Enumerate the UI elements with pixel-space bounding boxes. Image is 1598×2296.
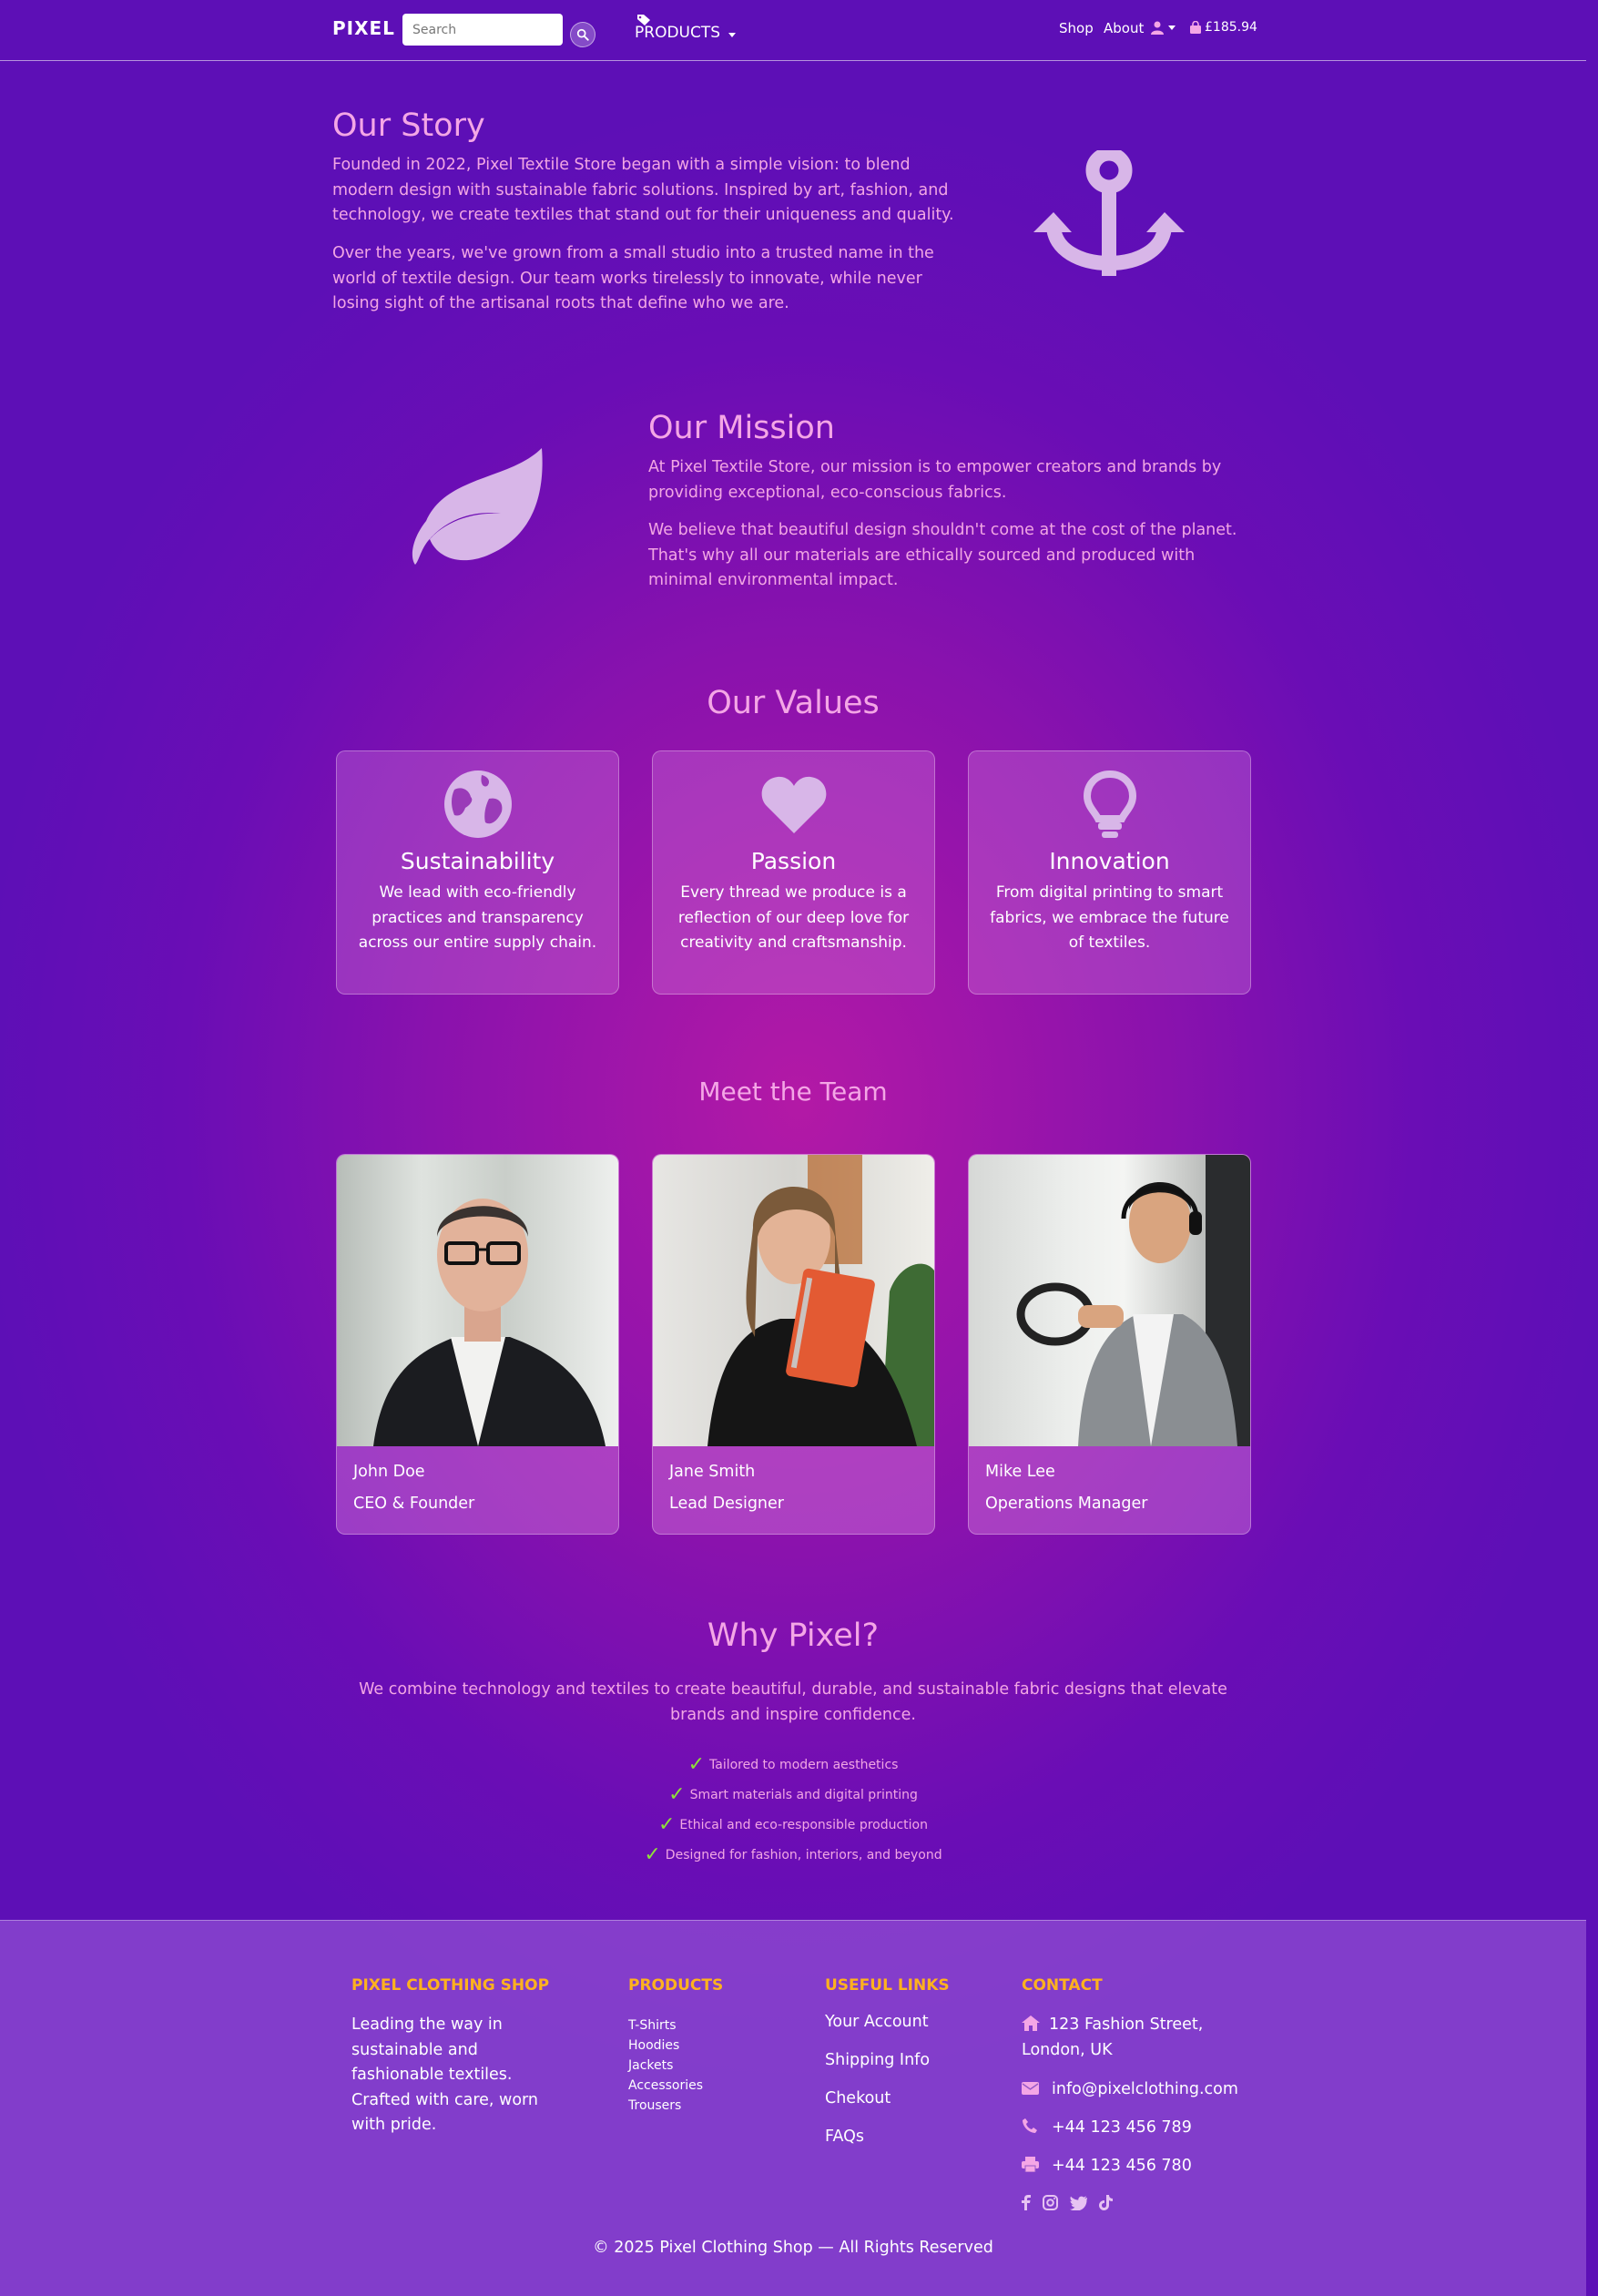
footer-link[interactable]: Chekout [825, 2089, 930, 2128]
footer-product-link[interactable]: T-Shirts [628, 2015, 703, 2036]
team-member-role: Lead Designer [669, 1495, 784, 1513]
contact-email[interactable]: info@pixelclothing.com [1022, 2077, 1238, 2103]
value-title: Passion [750, 848, 837, 874]
team-photo [653, 1155, 934, 1446]
footer-product-link[interactable]: Hoodies [628, 2036, 703, 2056]
footer-shop-heading: PIXEL CLOTHING SHOP [351, 1976, 550, 1995]
check-icon: ✓ [657, 1813, 676, 1836]
check-icon: ✓ [687, 1753, 705, 1776]
why-title: Why Pixel? [707, 1617, 880, 1654]
team-photo [969, 1155, 1250, 1446]
footer-product-link[interactable]: Jackets [628, 2056, 703, 2076]
story-paragraph-1: Founded in 2022, Pixel Textile Store beg… [332, 156, 954, 224]
nav-about-link[interactable]: About [1104, 20, 1144, 36]
user-dropdown[interactable] [1151, 21, 1176, 35]
phone-icon [1023, 2118, 1037, 2133]
products-dropdown[interactable]: PRODUCTS [635, 13, 737, 42]
team-member-role: Operations Manager [985, 1495, 1148, 1513]
tiktok-icon[interactable] [1099, 2195, 1113, 2210]
team-card: Mike Lee Operations Manager [968, 1154, 1251, 1535]
mission-title: Our Mission [648, 410, 835, 446]
footer-products-heading: PRODUCTS [628, 1976, 724, 1995]
footer-links-list: Your Account Shipping Info Chekout FAQs [825, 2013, 930, 2166]
user-icon [1151, 21, 1164, 35]
products-label: PRODUCTS [635, 24, 721, 42]
footer-links-heading: USEFUL LINKS [825, 1976, 950, 1995]
chevron-down-icon [1168, 26, 1176, 30]
footer-product-link[interactable]: Accessories [628, 2076, 703, 2096]
cart-link[interactable]: £185.94 [1189, 20, 1257, 35]
team-member-name: John Doe [353, 1463, 425, 1481]
footer-products-list: T-Shirts Hoodies Jackets Accessories Tro… [628, 2015, 703, 2116]
mission-paragraph-1: At Pixel Textile Store, our mission is t… [648, 458, 1222, 502]
heart-icon [761, 776, 826, 833]
value-card-innovation: Innovation From digital printing to smar… [968, 750, 1251, 995]
value-text: From digital printing to smart fabrics, … [990, 883, 1229, 952]
story-paragraph-2: Over the years, we've grown from a small… [332, 244, 934, 312]
tag-icon [637, 15, 650, 26]
instagram-icon[interactable] [1043, 2195, 1058, 2210]
team-member-name: Mike Lee [985, 1463, 1055, 1481]
team-card: Jane Smith Lead Designer [652, 1154, 935, 1535]
search-button[interactable] [570, 22, 595, 47]
top-navbar [0, 0, 1586, 61]
brand-logo[interactable]: PIXEL [332, 17, 395, 39]
leaf-icon [412, 448, 543, 565]
contact-phone[interactable]: +44 123 456 789 [1022, 2116, 1192, 2141]
anchor-icon [1033, 150, 1185, 276]
list-item: ✓ Tailored to modern aesthetics [687, 1753, 899, 1776]
values-title: Our Values [707, 685, 880, 721]
footer-link[interactable]: Shipping Info [825, 2051, 930, 2089]
footer-link[interactable]: FAQs [825, 2128, 930, 2166]
envelope-icon [1022, 2082, 1039, 2095]
copyright: © 2025 Pixel Clothing Shop — All Rights … [593, 2239, 993, 2257]
cart-total: £185.94 [1205, 20, 1257, 35]
printer-icon [1022, 2157, 1039, 2173]
footer-shop-text: Leading the way in sustainable and fashi… [351, 2015, 539, 2134]
value-text: We lead with eco-friendly practices and … [358, 883, 597, 952]
check-icon: ✓ [644, 1843, 661, 1866]
value-title: Innovation [1049, 848, 1170, 874]
mission-paragraph-2: We believe that beautiful design shouldn… [648, 521, 1237, 589]
list-item: ✓ Designed for fashion, interiors, and be… [644, 1843, 942, 1866]
contact-address: 123 Fashion Street, London, UK [1022, 2015, 1204, 2059]
value-title: Sustainability [400, 848, 555, 874]
story-title: Our Story [332, 107, 485, 144]
home-icon [1022, 2015, 1040, 2031]
shopping-bag-icon [1190, 21, 1201, 34]
why-list: ✓ Tailored to modern aesthetics ✓ Smart ma… [0, 1750, 1586, 1870]
list-item: ✓ Smart materials and digital printing [668, 1783, 918, 1806]
team-title: Meet the Team [698, 1077, 888, 1107]
chevron-down-icon [728, 33, 737, 37]
search-icon [576, 28, 589, 41]
team-photo [337, 1155, 618, 1446]
social-links [1022, 2195, 1113, 2210]
twitter-icon[interactable] [1070, 2195, 1087, 2210]
contact-fax: +44 123 456 780 [1022, 2154, 1192, 2179]
globe-icon [443, 770, 512, 838]
value-card-passion: Passion Every thread we produce is a ref… [652, 750, 935, 995]
facebook-icon[interactable] [1022, 2195, 1031, 2210]
team-card: John Doe CEO & Founder [336, 1154, 619, 1535]
check-icon: ✓ [668, 1783, 686, 1806]
list-item: ✓ Ethical and eco-responsible production [657, 1813, 928, 1836]
footer-link[interactable]: Your Account [825, 2013, 930, 2051]
value-card-sustainability: Sustainability We lead with eco-friendly… [336, 750, 619, 995]
footer-contact-heading: CONTACT [1022, 1976, 1103, 1995]
search-input[interactable] [402, 14, 563, 46]
nav-shop-link[interactable]: Shop [1059, 20, 1094, 36]
team-member-name: Jane Smith [669, 1463, 756, 1481]
team-member-role: CEO & Founder [353, 1495, 475, 1513]
value-text: Every thread we produce is a reflection … [677, 883, 910, 952]
lightbulb-icon [1083, 770, 1136, 838]
why-text: We combine technology and textiles to cr… [359, 1680, 1227, 1724]
footer-product-link[interactable]: Trousers [628, 2096, 703, 2116]
